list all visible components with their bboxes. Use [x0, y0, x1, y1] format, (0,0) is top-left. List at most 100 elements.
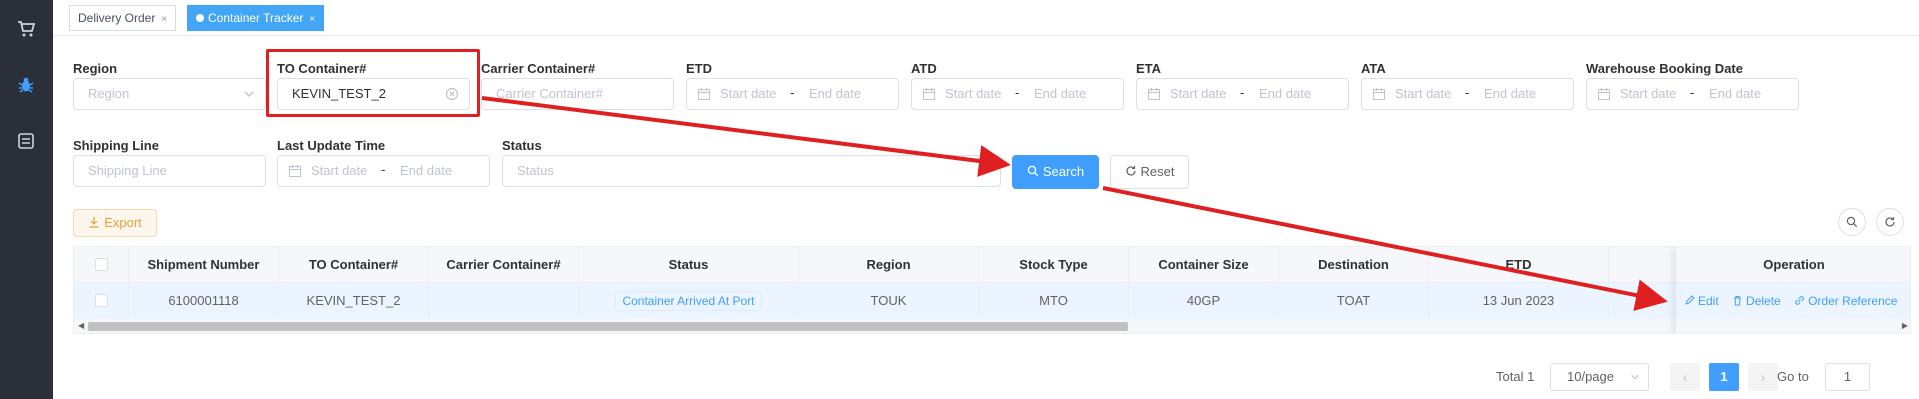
search-button[interactable]: Search — [1012, 155, 1099, 189]
close-icon[interactable]: × — [309, 14, 315, 25]
goto-label: Go to — [1777, 369, 1809, 384]
eta-date-range[interactable]: Start date - End date — [1136, 78, 1349, 110]
tab-label: Container Tracker — [208, 11, 304, 25]
end-date-placeholder: End date — [1709, 86, 1762, 101]
start-date-placeholder: Start date — [1170, 86, 1227, 101]
edit-icon — [1685, 295, 1695, 305]
ata-label: ATA — [1361, 61, 1386, 76]
calendar-icon — [289, 165, 301, 177]
goto-page-input[interactable]: 1 — [1825, 363, 1870, 391]
next-page-button[interactable]: › — [1748, 363, 1778, 391]
table-header-row: Shipment Number TO Container# Carrier Co… — [74, 247, 1910, 283]
refresh-button[interactable] — [1876, 208, 1904, 236]
cell-etd: 13 Jun 2023 — [1429, 283, 1609, 319]
calendar-icon — [923, 88, 935, 100]
tab-label: Delivery Order — [78, 11, 156, 25]
cell-to-container: KEVIN_TEST_2 — [279, 283, 429, 319]
col-operation: Operation — [1676, 247, 1910, 283]
last-update-time-label: Last Update Time — [277, 138, 386, 153]
horizontal-scrollbar[interactable]: ◀ ▶ — [74, 319, 1910, 333]
start-date-placeholder: Start date — [1395, 86, 1452, 101]
order-reference-button[interactable]: Order Reference — [1794, 294, 1897, 308]
scroll-left-icon[interactable]: ◀ — [78, 321, 84, 330]
trash-icon — [1734, 296, 1742, 306]
col-container-size: Container Size — [1129, 247, 1279, 283]
calendar-icon — [698, 88, 710, 100]
date-separator: - — [1690, 85, 1695, 100]
search-icon — [1027, 165, 1039, 177]
region-select[interactable]: Region — [73, 78, 266, 110]
carrier-container-input[interactable]: Carrier Container# — [481, 78, 674, 110]
reset-button[interactable]: Reset — [1110, 155, 1189, 189]
results-table: Shipment Number TO Container# Carrier Co… — [73, 246, 1911, 334]
col-status: Status — [579, 247, 799, 283]
col-destination: Destination — [1279, 247, 1429, 283]
warehouse-booking-date-range[interactable]: Start date - End date — [1586, 78, 1799, 110]
download-icon — [89, 217, 99, 228]
search-icon — [1846, 216, 1858, 228]
operation-cell: Edit Delete Order Reference — [1676, 283, 1910, 319]
annotation-highlight-box — [266, 49, 480, 117]
bug-icon[interactable] — [17, 76, 35, 94]
chevron-down-icon — [979, 168, 989, 174]
scrollbar-thumb[interactable] — [88, 322, 1128, 331]
cell-region: TOUK — [799, 283, 979, 319]
carrier-container-label: Carrier Container# — [481, 61, 596, 76]
link-icon — [1795, 296, 1804, 305]
calendar-icon — [1148, 88, 1160, 100]
etd-date-range[interactable]: Start date - End date — [686, 78, 899, 110]
end-date-placeholder: End date — [809, 86, 862, 101]
cell-carrier-container — [429, 283, 579, 319]
start-date-placeholder: Start date — [311, 163, 368, 178]
edit-button[interactable]: Edit — [1684, 294, 1719, 308]
search-label: Search — [1042, 164, 1085, 179]
select-all-cell — [74, 247, 129, 283]
col-shipment-number: Shipment Number — [129, 247, 279, 283]
atd-date-range[interactable]: Start date - End date — [911, 78, 1124, 110]
col-stock-type: Stock Type — [979, 247, 1129, 283]
cell-shipment-number: 6100001118 — [129, 283, 279, 319]
start-date-placeholder: Start date — [945, 86, 1002, 101]
col-region: Region — [799, 247, 979, 283]
shipping-line-input[interactable]: Shipping Line — [73, 155, 266, 187]
tab-container-tracker[interactable]: Container Tracker × — [187, 5, 325, 31]
edit-label: Edit — [1698, 294, 1719, 308]
export-label: Export — [104, 215, 142, 230]
col-carrier-container: Carrier Container# — [429, 247, 579, 283]
sidebar — [0, 0, 53, 399]
active-dot-icon — [196, 14, 204, 22]
toggle-search-button[interactable] — [1838, 208, 1866, 236]
start-date-placeholder: Start date — [720, 86, 777, 101]
delete-button[interactable]: Delete — [1732, 294, 1781, 308]
date-separator: - — [790, 85, 795, 100]
ata-date-range[interactable]: Start date - End date — [1361, 78, 1574, 110]
shipping-line-label: Shipping Line — [73, 138, 159, 153]
last-update-time-range[interactable]: Start date - End date — [277, 155, 490, 187]
tabs-bar: Delivery Order × Container Tracker × — [53, 0, 1919, 36]
start-date-placeholder: Start date — [1620, 86, 1677, 101]
dashboard-icon[interactable] — [17, 132, 35, 150]
carrier-container-placeholder: Carrier Container# — [496, 86, 603, 101]
close-icon[interactable]: × — [161, 14, 167, 25]
date-separator: - — [1465, 85, 1470, 100]
cell-container-size: 40GP — [1129, 283, 1279, 319]
export-button[interactable]: Export — [73, 209, 157, 237]
row-checkbox[interactable] — [94, 294, 108, 307]
select-all-checkbox[interactable] — [94, 258, 108, 271]
col-etd: ETD — [1429, 247, 1609, 283]
end-date-placeholder: End date — [1259, 86, 1312, 101]
end-date-placeholder: End date — [400, 163, 453, 178]
status-select[interactable]: Status — [502, 155, 1001, 187]
prev-page-button[interactable]: ‹ — [1670, 363, 1700, 391]
calendar-icon — [1373, 88, 1385, 100]
eta-label: ETA — [1136, 61, 1162, 76]
warehouse-booking-date-label: Warehouse Booking Date — [1586, 61, 1743, 76]
col-extra — [1609, 247, 1679, 283]
tab-delivery-order[interactable]: Delivery Order × — [69, 5, 177, 31]
cart-icon[interactable] — [17, 20, 36, 38]
date-separator: - — [1015, 85, 1020, 100]
col-to-container: TO Container# — [279, 247, 429, 283]
page-number-button[interactable]: 1 — [1709, 363, 1739, 391]
page-size-select[interactable]: 10/page — [1550, 363, 1649, 391]
table-row[interactable]: 6100001118 KEVIN_TEST_2 Container Arrive… — [74, 283, 1910, 319]
